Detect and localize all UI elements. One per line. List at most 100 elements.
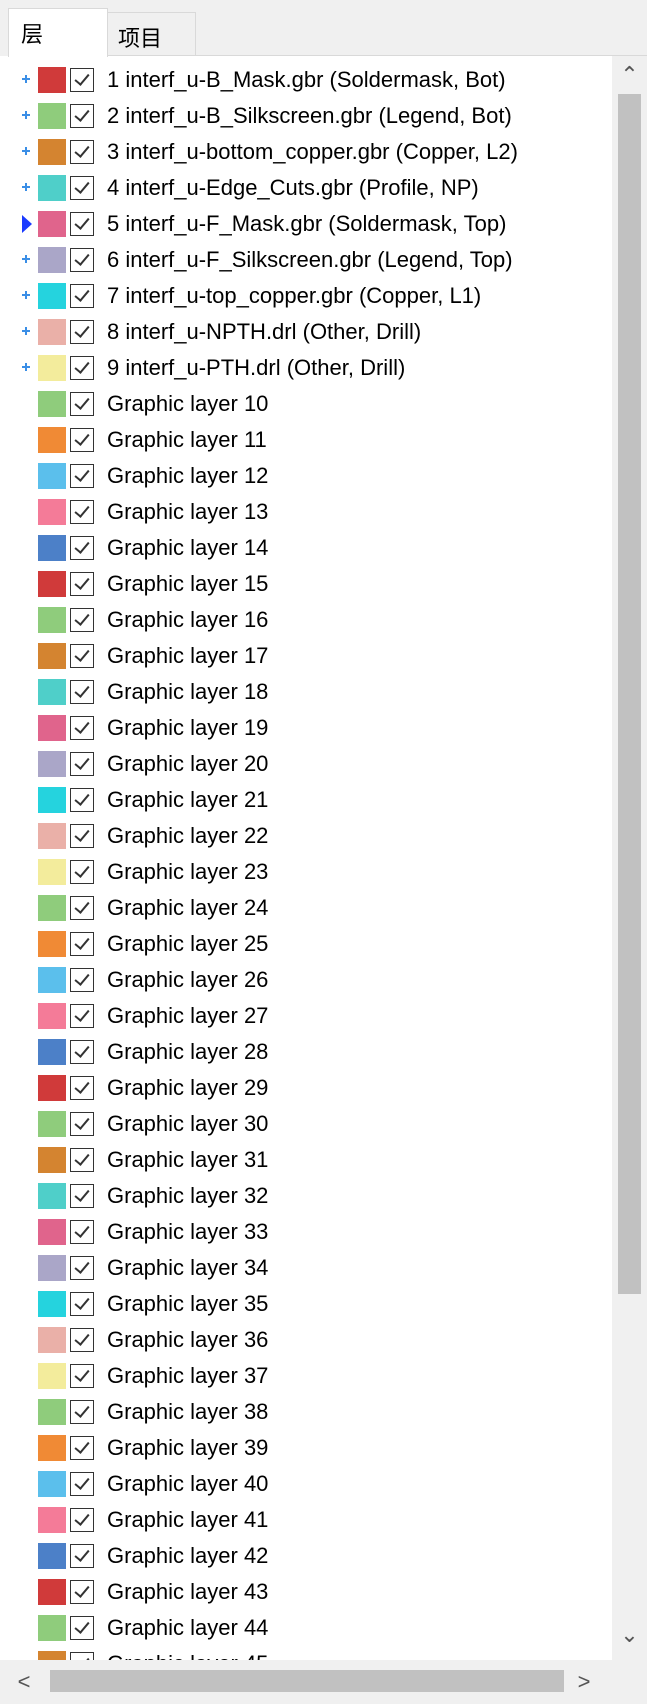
layer-color-swatch[interactable] xyxy=(38,643,66,669)
layer-row[interactable]: Graphic layer 13 xyxy=(0,494,612,530)
layer-color-swatch[interactable] xyxy=(38,499,66,525)
layer-color-swatch[interactable] xyxy=(38,931,66,957)
layer-color-swatch[interactable] xyxy=(38,1363,66,1389)
layer-row[interactable]: Graphic layer 29 xyxy=(0,1070,612,1106)
layer-visibility-checkbox[interactable] xyxy=(70,1184,94,1208)
layer-color-swatch[interactable] xyxy=(38,571,66,597)
layer-color-swatch[interactable] xyxy=(38,1147,66,1173)
layer-visibility-checkbox[interactable] xyxy=(70,464,94,488)
layer-visibility-checkbox[interactable] xyxy=(70,248,94,272)
layer-color-swatch[interactable] xyxy=(38,751,66,777)
layer-color-swatch[interactable] xyxy=(38,1183,66,1209)
layer-visibility-checkbox[interactable] xyxy=(70,1148,94,1172)
layer-visibility-checkbox[interactable] xyxy=(70,1400,94,1424)
layer-row[interactable]: Graphic layer 33 xyxy=(0,1214,612,1250)
layer-visibility-checkbox[interactable] xyxy=(70,572,94,596)
layer-color-swatch[interactable] xyxy=(38,1651,66,1660)
layer-visibility-checkbox[interactable] xyxy=(70,1508,94,1532)
layer-row[interactable]: Graphic layer 26 xyxy=(0,962,612,998)
horizontal-scroll-thumb[interactable] xyxy=(50,1670,564,1692)
layer-visibility-checkbox[interactable] xyxy=(70,1364,94,1388)
layer-visibility-checkbox[interactable] xyxy=(70,1652,94,1660)
layer-visibility-checkbox[interactable] xyxy=(70,1436,94,1460)
layer-visibility-checkbox[interactable] xyxy=(70,176,94,200)
layer-color-swatch[interactable] xyxy=(38,139,66,165)
layer-visibility-checkbox[interactable] xyxy=(70,284,94,308)
layer-color-swatch[interactable] xyxy=(38,823,66,849)
layer-color-swatch[interactable] xyxy=(38,1399,66,1425)
scroll-right-arrow-icon[interactable]: > xyxy=(574,1671,594,1693)
layer-row[interactable]: Graphic layer 11 xyxy=(0,422,612,458)
layer-visibility-checkbox[interactable] xyxy=(70,536,94,560)
layer-row[interactable]: Graphic layer 44 xyxy=(0,1610,612,1646)
layer-visibility-checkbox[interactable] xyxy=(70,932,94,956)
layer-row[interactable]: 3 interf_u-bottom_copper.gbr (Copper, L2… xyxy=(0,134,612,170)
layer-row[interactable]: Graphic layer 10 xyxy=(0,386,612,422)
layer-visibility-checkbox[interactable] xyxy=(70,428,94,452)
layer-color-swatch[interactable] xyxy=(38,67,66,93)
layer-color-swatch[interactable] xyxy=(38,967,66,993)
layer-row[interactable]: 8 interf_u-NPTH.drl (Other, Drill) xyxy=(0,314,612,350)
layer-row[interactable]: Graphic layer 31 xyxy=(0,1142,612,1178)
layer-visibility-checkbox[interactable] xyxy=(70,716,94,740)
layer-color-swatch[interactable] xyxy=(38,175,66,201)
tab-project[interactable]: 项目 xyxy=(108,12,196,56)
layer-color-swatch[interactable] xyxy=(38,319,66,345)
scroll-left-arrow-icon[interactable]: < xyxy=(14,1671,34,1693)
layer-color-swatch[interactable] xyxy=(38,787,66,813)
layer-row[interactable]: 2 interf_u-B_Silkscreen.gbr (Legend, Bot… xyxy=(0,98,612,134)
layer-row[interactable]: Graphic layer 21 xyxy=(0,782,612,818)
layer-row[interactable]: Graphic layer 18 xyxy=(0,674,612,710)
layer-color-swatch[interactable] xyxy=(38,607,66,633)
layer-row[interactable]: Graphic layer 38 xyxy=(0,1394,612,1430)
vertical-scroll-thumb[interactable] xyxy=(618,94,641,1294)
layer-visibility-checkbox[interactable] xyxy=(70,1256,94,1280)
layer-row[interactable]: Graphic layer 37 xyxy=(0,1358,612,1394)
layer-color-swatch[interactable] xyxy=(38,1327,66,1353)
layer-row[interactable]: Graphic layer 35 xyxy=(0,1286,612,1322)
layer-row[interactable]: Graphic layer 24 xyxy=(0,890,612,926)
layer-color-swatch[interactable] xyxy=(38,1543,66,1569)
layer-row[interactable]: Graphic layer 39 xyxy=(0,1430,612,1466)
layer-row[interactable]: Graphic layer 16 xyxy=(0,602,612,638)
scroll-up-arrow-icon[interactable]: ⌃ xyxy=(618,64,641,86)
layer-row[interactable]: Graphic layer 42 xyxy=(0,1538,612,1574)
layer-row[interactable]: Graphic layer 12 xyxy=(0,458,612,494)
layer-row[interactable]: Graphic layer 30 xyxy=(0,1106,612,1142)
layer-visibility-checkbox[interactable] xyxy=(70,140,94,164)
layer-row[interactable]: Graphic layer 40 xyxy=(0,1466,612,1502)
layer-visibility-checkbox[interactable] xyxy=(70,824,94,848)
layer-row[interactable]: 9 interf_u-PTH.drl (Other, Drill) xyxy=(0,350,612,386)
layer-color-swatch[interactable] xyxy=(38,1579,66,1605)
layer-color-swatch[interactable] xyxy=(38,1435,66,1461)
layer-color-swatch[interactable] xyxy=(38,1471,66,1497)
layer-color-swatch[interactable] xyxy=(38,895,66,921)
layer-visibility-checkbox[interactable] xyxy=(70,1616,94,1640)
layer-color-swatch[interactable] xyxy=(38,283,66,309)
layer-color-swatch[interactable] xyxy=(38,211,66,237)
layer-color-swatch[interactable] xyxy=(38,1039,66,1065)
layer-visibility-checkbox[interactable] xyxy=(70,104,94,128)
layer-row[interactable]: Graphic layer 23 xyxy=(0,854,612,890)
layer-row[interactable]: 1 interf_u-B_Mask.gbr (Soldermask, Bot) xyxy=(0,62,612,98)
layer-row[interactable]: 6 interf_u-F_Silkscreen.gbr (Legend, Top… xyxy=(0,242,612,278)
layer-row[interactable]: Graphic layer 41 xyxy=(0,1502,612,1538)
layer-row[interactable]: Graphic layer 32 xyxy=(0,1178,612,1214)
layer-color-swatch[interactable] xyxy=(38,859,66,885)
layer-visibility-checkbox[interactable] xyxy=(70,500,94,524)
layer-visibility-checkbox[interactable] xyxy=(70,1544,94,1568)
layer-visibility-checkbox[interactable] xyxy=(70,860,94,884)
layer-color-swatch[interactable] xyxy=(38,391,66,417)
layer-color-swatch[interactable] xyxy=(38,1291,66,1317)
layer-color-swatch[interactable] xyxy=(38,1507,66,1533)
layer-visibility-checkbox[interactable] xyxy=(70,356,94,380)
layer-color-swatch[interactable] xyxy=(38,247,66,273)
layer-color-swatch[interactable] xyxy=(38,427,66,453)
layer-row[interactable]: Graphic layer 25 xyxy=(0,926,612,962)
layer-visibility-checkbox[interactable] xyxy=(70,896,94,920)
layer-visibility-checkbox[interactable] xyxy=(70,680,94,704)
layer-visibility-checkbox[interactable] xyxy=(70,1040,94,1064)
layer-row[interactable]: 7 interf_u-top_copper.gbr (Copper, L1) xyxy=(0,278,612,314)
layer-visibility-checkbox[interactable] xyxy=(70,968,94,992)
layer-visibility-checkbox[interactable] xyxy=(70,1076,94,1100)
